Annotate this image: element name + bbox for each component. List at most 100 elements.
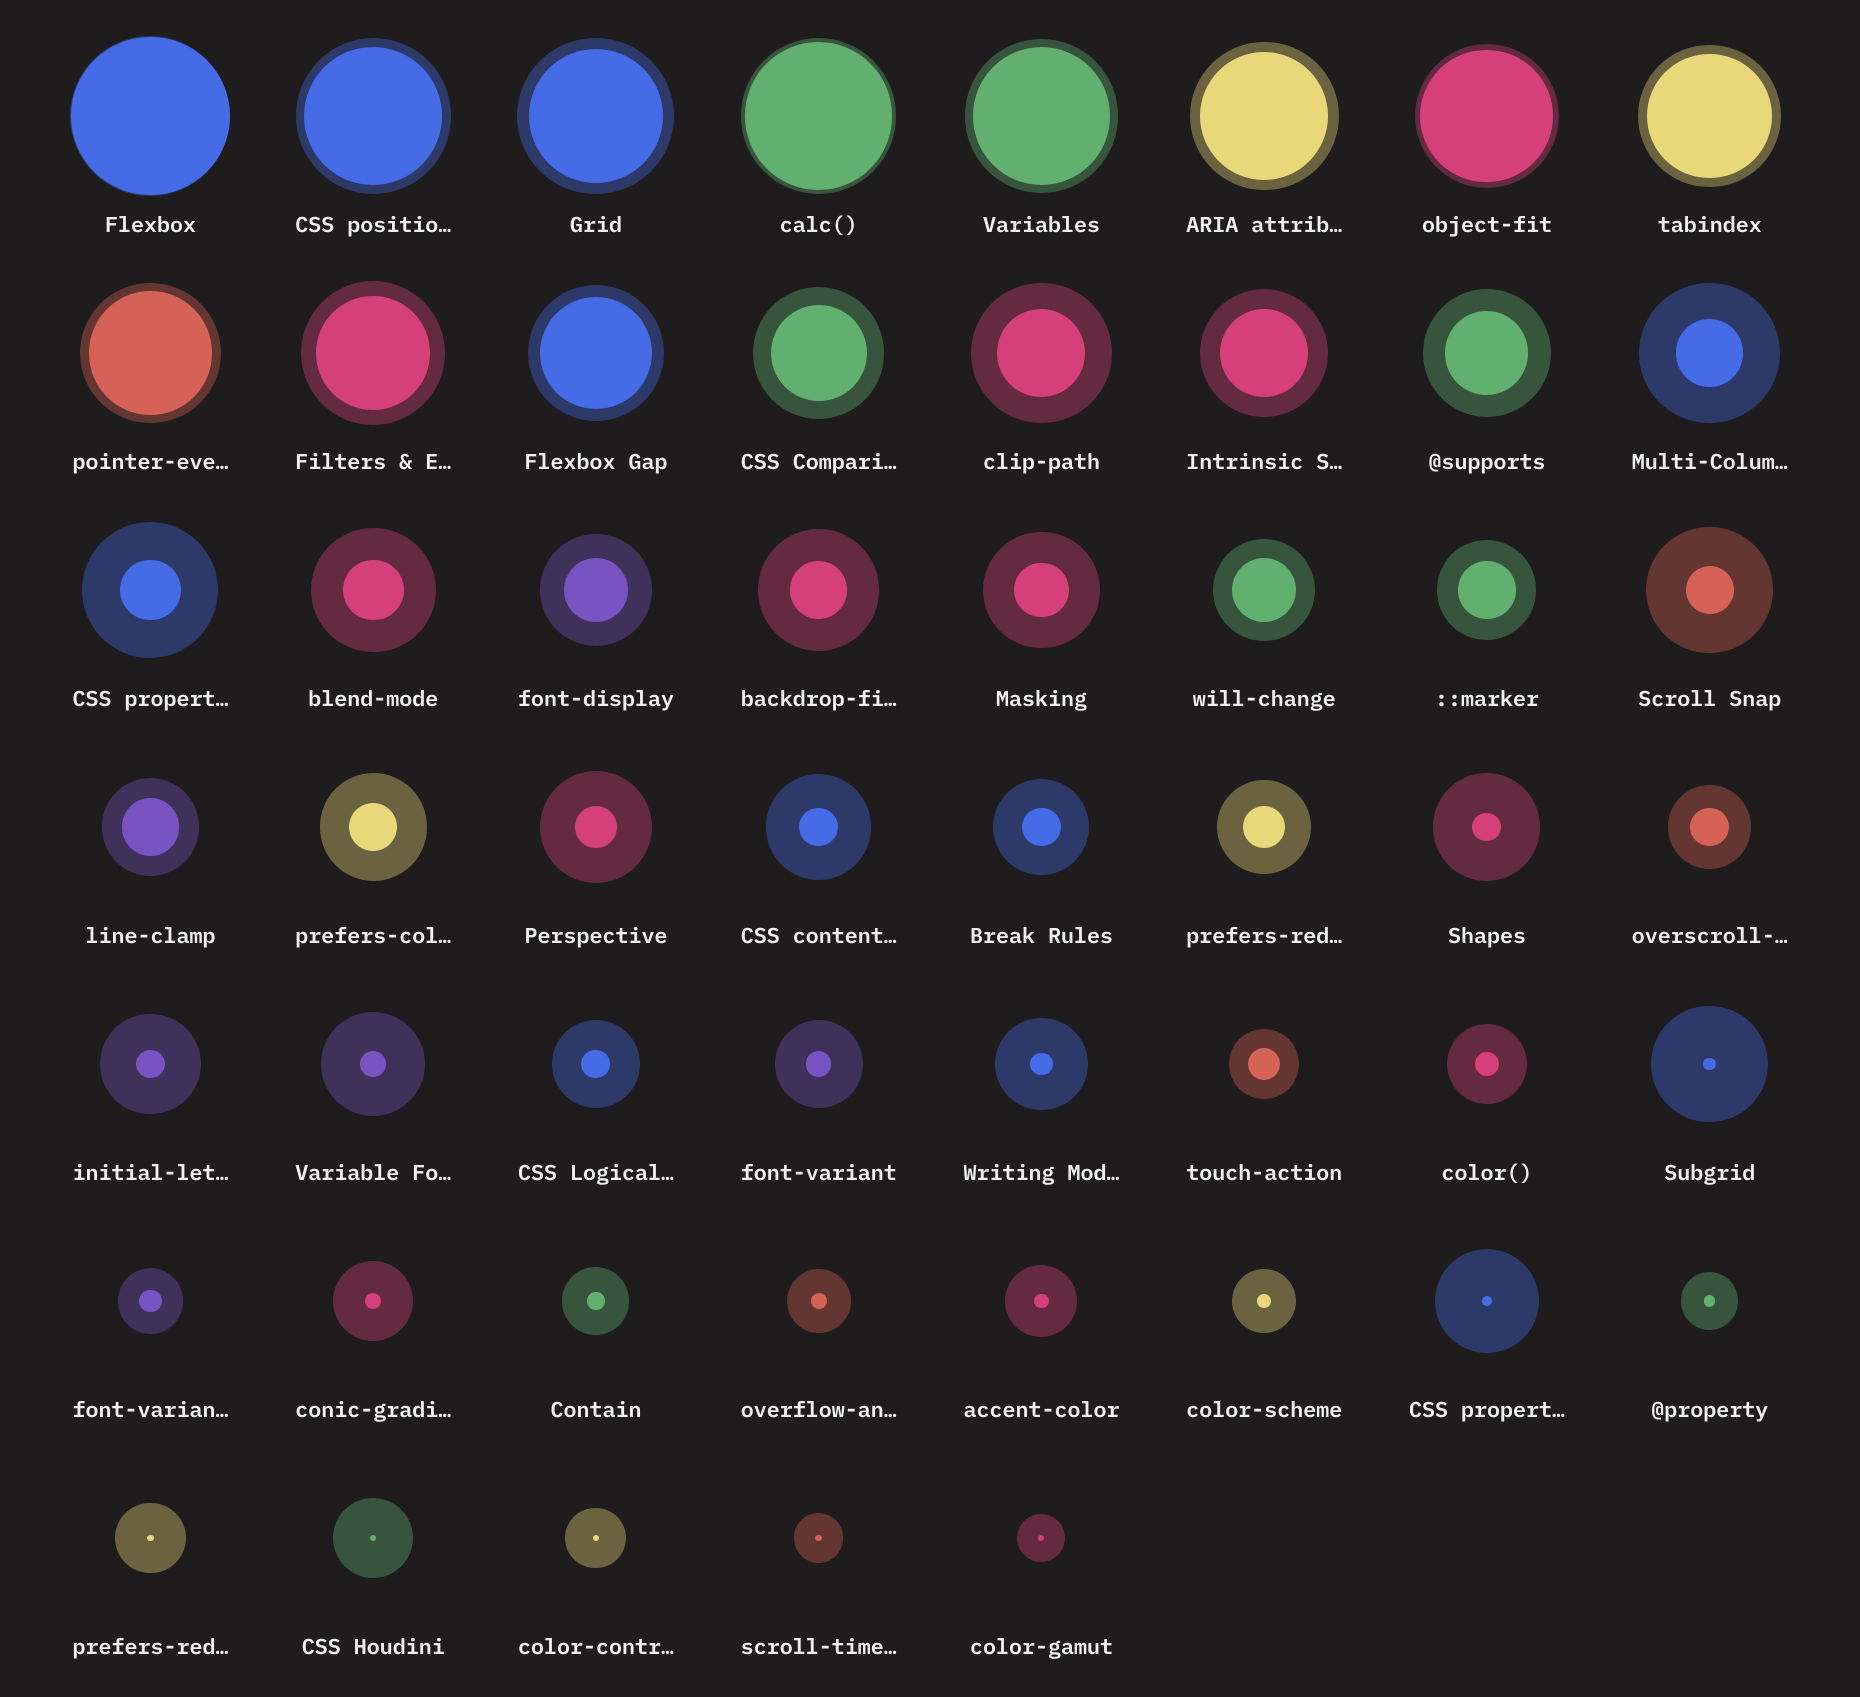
feature-cell[interactable]: ::marker (1385, 510, 1590, 713)
feature-label: @supports (1428, 447, 1545, 476)
bubble-wrap (516, 984, 676, 1144)
feature-cell[interactable]: overflow-an… (716, 1221, 921, 1424)
feature-cell[interactable]: Intrinsic S… (1162, 273, 1367, 476)
feature-cell[interactable]: Perspective (494, 747, 699, 950)
usage-circle (1676, 319, 1743, 386)
feature-cell[interactable]: Grid (494, 36, 699, 239)
bubble-wrap (1630, 747, 1790, 907)
bubble-wrap (293, 984, 453, 1144)
feature-cell[interactable]: overscroll-… (1607, 747, 1812, 950)
feature-cell[interactable]: accent-color (939, 1221, 1144, 1424)
usage-circle (120, 560, 181, 621)
bubble-wrap (961, 510, 1121, 670)
feature-cell[interactable]: Flexbox Gap (494, 273, 699, 476)
feature-cell[interactable]: color-scheme (1162, 1221, 1367, 1424)
bubble-wrap (739, 1221, 899, 1381)
feature-cell[interactable]: color-contr… (494, 1458, 699, 1661)
feature-cell[interactable]: CSS content… (716, 747, 921, 950)
feature-cell[interactable]: Masking (939, 510, 1144, 713)
feature-cell[interactable]: Writing Mod… (939, 984, 1144, 1187)
feature-label: CSS Logical… (518, 1158, 674, 1187)
feature-cell[interactable]: pointer-eve… (48, 273, 253, 476)
feature-cell[interactable]: Contain (494, 1221, 699, 1424)
bubble-wrap (1407, 36, 1567, 196)
usage-circle (1704, 1295, 1715, 1306)
feature-label: prefers-red… (1186, 921, 1342, 950)
feature-cell[interactable]: CSS Houdini (271, 1458, 476, 1661)
usage-circle (316, 296, 430, 410)
usage-circle (806, 1051, 832, 1077)
feature-label: pointer-eve… (72, 447, 228, 476)
feature-cell[interactable]: @property (1607, 1221, 1812, 1424)
feature-cell[interactable]: calc() (716, 36, 921, 239)
bubble-wrap (1184, 984, 1344, 1144)
feature-label: initial-let… (72, 1158, 228, 1187)
bubble-wrap (293, 1221, 453, 1381)
feature-cell[interactable]: prefers-red… (48, 1458, 253, 1661)
feature-cell[interactable]: Filters & E… (271, 273, 476, 476)
feature-label: color-scheme (1186, 1395, 1342, 1424)
usage-circle (1030, 1053, 1052, 1075)
feature-cell[interactable]: blend-mode (271, 510, 476, 713)
feature-cell[interactable]: initial-let… (48, 984, 253, 1187)
feature-cell[interactable]: will-change (1162, 510, 1367, 713)
usage-circle (811, 1293, 827, 1309)
feature-cell[interactable]: CSS Logical… (494, 984, 699, 1187)
usage-circle (1690, 808, 1728, 846)
feature-cell[interactable]: CSS propert… (1385, 1221, 1590, 1424)
usage-circle (575, 806, 617, 848)
feature-label: Perspective (524, 921, 667, 950)
feature-bubble-grid: FlexboxCSS positio…Gridcalc()VariablesAR… (0, 0, 1860, 1697)
feature-cell[interactable]: conic-gradi… (271, 1221, 476, 1424)
bubble-wrap (1407, 510, 1567, 670)
feature-cell[interactable]: color() (1385, 984, 1590, 1187)
feature-cell[interactable]: Variables (939, 36, 1144, 239)
bubble-wrap (1407, 1221, 1567, 1381)
bubble-wrap (1184, 747, 1344, 907)
feature-cell[interactable]: Break Rules (939, 747, 1144, 950)
bubble-wrap (1184, 36, 1344, 196)
feature-cell[interactable]: clip-path (939, 273, 1144, 476)
feature-cell[interactable]: Shapes (1385, 747, 1590, 950)
usage-circle (564, 558, 628, 622)
feature-cell[interactable]: Multi-Colum… (1607, 273, 1812, 476)
feature-cell[interactable]: Subgrid (1607, 984, 1812, 1187)
usage-circle (1647, 54, 1772, 179)
feature-label: CSS content… (741, 921, 897, 950)
feature-cell[interactable]: font-display (494, 510, 699, 713)
usage-circle (529, 49, 663, 183)
feature-label: CSS propert… (1409, 1395, 1565, 1424)
bubble-wrap (961, 1458, 1121, 1618)
feature-label: accent-color (963, 1395, 1119, 1424)
feature-cell[interactable]: CSS Compari… (716, 273, 921, 476)
feature-cell[interactable]: font-variant (716, 984, 921, 1187)
feature-cell[interactable]: scroll-time… (716, 1458, 921, 1661)
feature-cell[interactable]: Scroll Snap (1607, 510, 1812, 713)
feature-cell[interactable]: @supports (1385, 273, 1590, 476)
feature-label: Break Rules (970, 921, 1113, 950)
feature-cell[interactable]: CSS propert… (48, 510, 253, 713)
feature-cell[interactable]: object-fit (1385, 36, 1590, 239)
bubble-wrap (1630, 984, 1790, 1144)
feature-cell[interactable]: line-clamp (48, 747, 253, 950)
feature-label: conic-gradi… (295, 1395, 451, 1424)
feature-cell[interactable]: Variable Fo… (271, 984, 476, 1187)
feature-label: CSS Houdini (302, 1632, 445, 1661)
feature-cell[interactable]: touch-action (1162, 984, 1367, 1187)
bubble-wrap (516, 747, 676, 907)
feature-cell[interactable]: backdrop-fi… (716, 510, 921, 713)
feature-cell[interactable]: CSS positio… (271, 36, 476, 239)
feature-cell[interactable]: font-varian… (48, 1221, 253, 1424)
feature-cell[interactable]: prefers-col… (271, 747, 476, 950)
feature-cell[interactable]: Flexbox (48, 36, 253, 239)
feature-label: Scroll Snap (1638, 684, 1781, 713)
feature-label: prefers-col… (295, 921, 451, 950)
bubble-wrap (961, 984, 1121, 1144)
feature-cell[interactable]: tabindex (1607, 36, 1812, 239)
feature-label: @property (1651, 1395, 1768, 1424)
feature-cell[interactable]: prefers-red… (1162, 747, 1367, 950)
feature-cell[interactable]: color-gamut (939, 1458, 1144, 1661)
feature-label: object-fit (1422, 210, 1552, 239)
feature-label: Subgrid (1664, 1158, 1755, 1187)
feature-cell[interactable]: ARIA attrib… (1162, 36, 1367, 239)
